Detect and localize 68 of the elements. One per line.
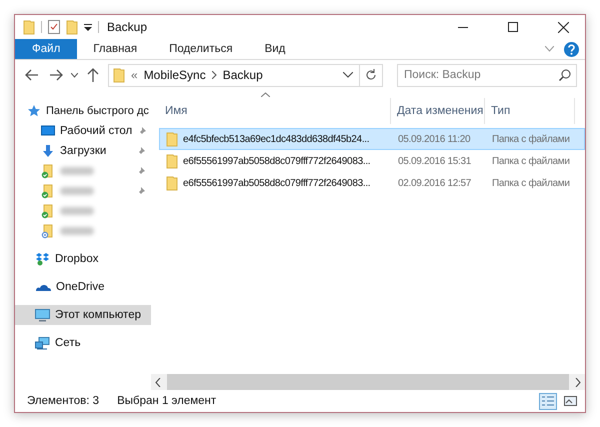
refresh-icon[interactable] bbox=[365, 69, 377, 81]
blurred-label bbox=[60, 187, 94, 195]
modified-date: 05.09.2016 15:31 bbox=[398, 156, 472, 166]
close-icon[interactable] bbox=[558, 22, 568, 32]
search-icon bbox=[559, 68, 571, 80]
expand-ribbon-icon[interactable] bbox=[545, 46, 554, 52]
sidebar-item[interactable]: Сеть bbox=[15, 333, 151, 353]
folder-icon bbox=[113, 68, 125, 82]
file-name: e6f55561997ab5058d8c079fff772f2649083... bbox=[183, 156, 370, 166]
blurred-label bbox=[60, 207, 94, 215]
minimize-icon[interactable] bbox=[458, 26, 468, 28]
sidebar-item[interactable]: Панель быстрого дс bbox=[15, 101, 151, 121]
recent-dropdown-icon[interactable] bbox=[71, 72, 78, 78]
monitor-icon bbox=[41, 125, 55, 137]
item-count: Элементов: 3 bbox=[27, 395, 100, 407]
computer-icon bbox=[35, 308, 50, 322]
search-field[interactable]: Поиск: Backup bbox=[397, 64, 577, 86]
new-folder-icon bbox=[66, 20, 78, 34]
sidebar-item[interactable]: Этот компьютер bbox=[15, 305, 151, 325]
file-row[interactable]: e4fc5bfecb513a69ec1dc483dd638df45b24... 05.09.2016 11:20 Папка с файлами bbox=[159, 128, 585, 150]
file-name: e6f55561997ab5058d8c079fff772f2649083... bbox=[183, 178, 370, 188]
properties-icon[interactable] bbox=[48, 20, 60, 34]
syncing-folder-icon bbox=[41, 224, 55, 238]
modified-date: 05.09.2016 11:20 bbox=[398, 134, 470, 144]
folder-icon bbox=[166, 176, 178, 190]
folder-icon bbox=[166, 154, 178, 168]
blurred-label bbox=[60, 227, 94, 235]
sidebar-item[interactable]: Загрузки bbox=[15, 141, 151, 161]
sidebar-item[interactable]: Dropbox bbox=[15, 249, 151, 269]
star-icon bbox=[27, 104, 41, 118]
selection-count: Выбран 1 элемент bbox=[117, 395, 216, 407]
maximize-icon[interactable] bbox=[508, 22, 518, 32]
column-header[interactable]: Имя bbox=[159, 98, 391, 124]
history-dropdown-icon[interactable] bbox=[343, 72, 353, 78]
synced-folder-icon bbox=[41, 164, 55, 178]
column-header[interactable]: Дата изменения bbox=[391, 98, 485, 124]
address-bar[interactable]: « MobileSync Backup bbox=[108, 64, 383, 86]
network-icon bbox=[35, 336, 50, 350]
cloud-icon bbox=[35, 282, 51, 292]
breadcrumb[interactable]: MobileSync bbox=[144, 68, 206, 82]
dropdown-icon[interactable] bbox=[84, 23, 92, 31]
sidebar-item[interactable]: OneDrive bbox=[15, 277, 151, 297]
file-name: e4fc5bfecb513a69ec1dc483dd638df45b24... bbox=[183, 134, 370, 144]
ribbon-tab[interactable]: Вид bbox=[248, 39, 302, 59]
dropbox-icon bbox=[35, 252, 50, 266]
sidebar-item[interactable]: Рабочий стол bbox=[15, 121, 151, 141]
ribbon-tab[interactable]: Главная bbox=[77, 39, 154, 59]
help-icon[interactable] bbox=[564, 42, 579, 56]
overflow-chevron[interactable]: « bbox=[131, 68, 138, 82]
modified-date: 02.09.2016 12:57 bbox=[398, 178, 472, 188]
window-title: Backup bbox=[107, 20, 148, 34]
folder-icon bbox=[23, 20, 35, 34]
synced-folder-icon bbox=[41, 184, 55, 198]
breadcrumb[interactable]: Backup bbox=[222, 68, 263, 82]
horizontal-scrollbar[interactable] bbox=[151, 374, 585, 390]
synced-folder-icon bbox=[41, 204, 55, 218]
blurred-label bbox=[60, 167, 94, 175]
file-type: Папка с файлами bbox=[492, 178, 570, 188]
download-arrow-icon bbox=[41, 144, 55, 158]
file-row[interactable]: e6f55561997ab5058d8c079fff772f2649083... 02.09.2016 12:57 Папка с файлами bbox=[159, 172, 585, 194]
column-header[interactable]: Тип bbox=[485, 98, 575, 124]
ribbon-tab[interactable]: Файл bbox=[15, 39, 78, 59]
details-view-button[interactable] bbox=[539, 392, 557, 410]
file-type: Папка с файлами bbox=[492, 156, 570, 166]
file-row[interactable]: e6f55561997ab5058d8c079fff772f2649083... 05.09.2016 15:31 Папка с файлами bbox=[159, 150, 585, 172]
folder-icon bbox=[166, 132, 178, 146]
ribbon-tab[interactable]: Поделиться bbox=[153, 39, 249, 59]
file-type: Папка с файлами bbox=[492, 134, 570, 144]
